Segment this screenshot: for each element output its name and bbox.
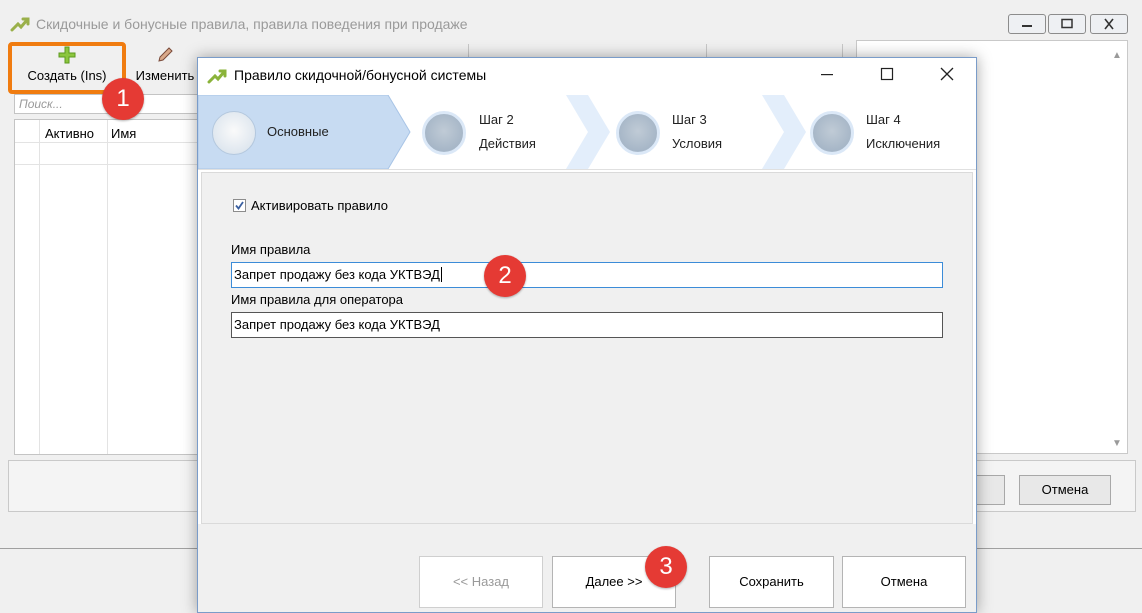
step-label: Условия <box>672 136 723 151</box>
step-indicator <box>422 111 466 155</box>
close-button[interactable] <box>1090 14 1128 34</box>
dialog-minimize-button[interactable] <box>812 64 842 86</box>
rule-name-label: Имя правила <box>231 242 311 257</box>
close-icon <box>1104 18 1114 30</box>
grid-row-divider <box>15 164 197 165</box>
checkmark-icon <box>235 201 244 210</box>
grid-header-active[interactable]: Активно <box>45 126 94 141</box>
rule-name-value: Запрет продажу без кода УКТВЭД <box>234 267 440 282</box>
step-label: Действия <box>479 136 536 151</box>
annotation-badge-1: 1 <box>102 78 144 120</box>
text-caret <box>440 267 442 282</box>
edit-button[interactable]: Изменить <box>130 40 200 90</box>
annotation-badge-3: 3 <box>645 546 687 588</box>
grid-column-divider <box>39 120 40 454</box>
operator-name-input[interactable]: Запрет продажу без кода УКТВЭД <box>231 312 943 338</box>
pencil-icon <box>158 47 173 62</box>
dialog-footer: << Назад Далее >> Сохранить Отмена <box>198 524 976 612</box>
grid-column-divider <box>107 120 108 454</box>
scroll-down-icon[interactable]: ▼ <box>1112 438 1122 449</box>
activate-rule-checkbox[interactable] <box>233 199 246 212</box>
close-icon <box>940 67 954 81</box>
grid-header-divider <box>15 142 197 143</box>
maximize-icon <box>1061 18 1073 29</box>
annotation-badge-2: 2 <box>484 255 526 297</box>
maximize-button[interactable] <box>1048 14 1086 34</box>
minimize-icon <box>821 74 833 76</box>
operator-name-value: Запрет продажу без кода УКТВЭД <box>234 317 440 332</box>
parent-cancel-button[interactable]: Отмена <box>1019 475 1111 505</box>
dialog-title: Правило скидочной/бонусной системы <box>234 67 487 83</box>
step-indicator <box>810 111 854 155</box>
dialog-close-button[interactable] <box>932 64 962 86</box>
scroll-up-icon[interactable]: ▲ <box>1112 50 1122 61</box>
step-indicator <box>616 111 660 155</box>
activate-rule-label[interactable]: Активировать правило <box>251 198 388 213</box>
maximize-icon <box>880 67 894 81</box>
step-number: Шаг 3 <box>672 112 707 127</box>
grid-header-name[interactable]: Имя <box>111 126 136 141</box>
cancel-button[interactable]: Отмена <box>842 556 966 608</box>
step-label: Основные <box>267 124 329 139</box>
parent-window-title: Скидочные и бонусные правила, правила по… <box>36 16 468 32</box>
app-logo-icon <box>10 16 30 35</box>
rule-dialog: Правило скидочной/бонусной системы Основ… <box>197 57 977 613</box>
minimize-icon <box>1022 25 1032 27</box>
minimize-button[interactable] <box>1008 14 1046 34</box>
form-panel: Активировать правило Имя правила Запрет … <box>201 172 973 524</box>
operator-name-label: Имя правила для оператора <box>231 292 404 307</box>
dialog-maximize-button[interactable] <box>872 64 902 86</box>
edit-button-label: Изменить <box>135 68 195 83</box>
step-indicator-active <box>212 111 256 155</box>
step-number: Шаг 2 <box>479 112 514 127</box>
step-label: Исключения <box>866 136 941 151</box>
step-number: Шаг 4 <box>866 112 901 127</box>
save-button[interactable]: Сохранить <box>709 556 834 608</box>
back-button[interactable]: << Назад <box>419 556 543 608</box>
wizard-steps: Основные Шаг 2 Действия Шаг 3 Условия Ша… <box>198 95 976 170</box>
app-logo-icon <box>207 68 227 87</box>
rule-name-input[interactable]: Запрет продажу без кода УКТВЭД <box>231 262 943 288</box>
rules-grid[interactable]: Активно Имя <box>14 119 198 455</box>
